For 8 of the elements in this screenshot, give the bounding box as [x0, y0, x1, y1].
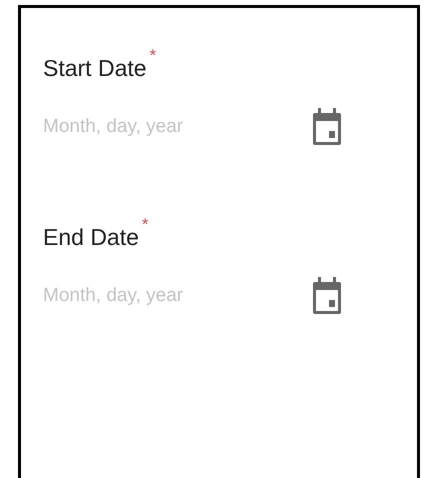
calendar-icon[interactable] [313, 277, 341, 314]
field-label: End Date [43, 223, 139, 252]
required-asterisk: * [150, 46, 156, 66]
calendar-icon[interactable] [313, 108, 341, 145]
date-input-field[interactable]: Month, day, year [43, 112, 313, 140]
required-asterisk: * [142, 215, 149, 235]
field-label: Start Date [43, 54, 147, 83]
date-input-field[interactable]: Month, day, year [43, 282, 313, 310]
